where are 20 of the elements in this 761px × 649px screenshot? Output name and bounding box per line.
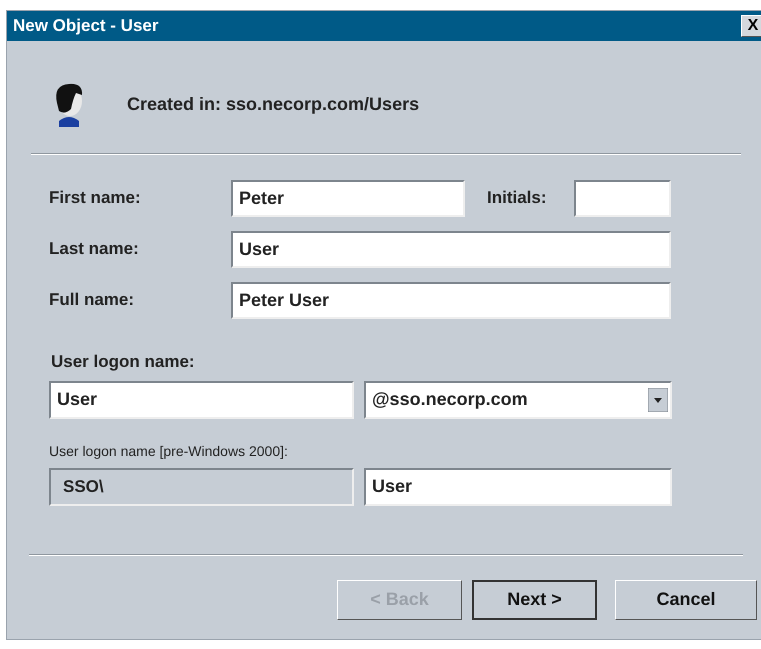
input-field[interactable]: Peter User bbox=[231, 282, 671, 318]
dropdown-arrow-icon[interactable] bbox=[648, 388, 668, 412]
input-field[interactable]: User bbox=[364, 468, 672, 506]
field-label: Full name: bbox=[49, 289, 136, 312]
field-label: Initials: bbox=[487, 187, 548, 210]
close-button[interactable]: X bbox=[741, 15, 761, 37]
input-field[interactable]: Peter bbox=[231, 180, 465, 216]
input-field[interactable]: User bbox=[231, 230, 671, 268]
dialog-button[interactable]: Next > bbox=[472, 580, 597, 620]
domain-prefix-field: SSO\ bbox=[49, 468, 354, 506]
location-text: Created in: sso.necorp.com/Users bbox=[127, 92, 420, 116]
field-label: User logon name: bbox=[51, 351, 196, 373]
dialog-button[interactable]: Cancel bbox=[615, 580, 757, 620]
window-title: New Object - User bbox=[13, 15, 158, 38]
field-label: First name: bbox=[49, 187, 142, 210]
field-label: Last name: bbox=[49, 238, 140, 260]
domain-dropdown[interactable]: @sso.necorp.com bbox=[364, 380, 672, 418]
input-field[interactable]: User bbox=[49, 380, 354, 418]
input-field[interactable] bbox=[574, 180, 671, 216]
field-label: User logon name [pre-Windows 2000]: bbox=[49, 442, 289, 461]
